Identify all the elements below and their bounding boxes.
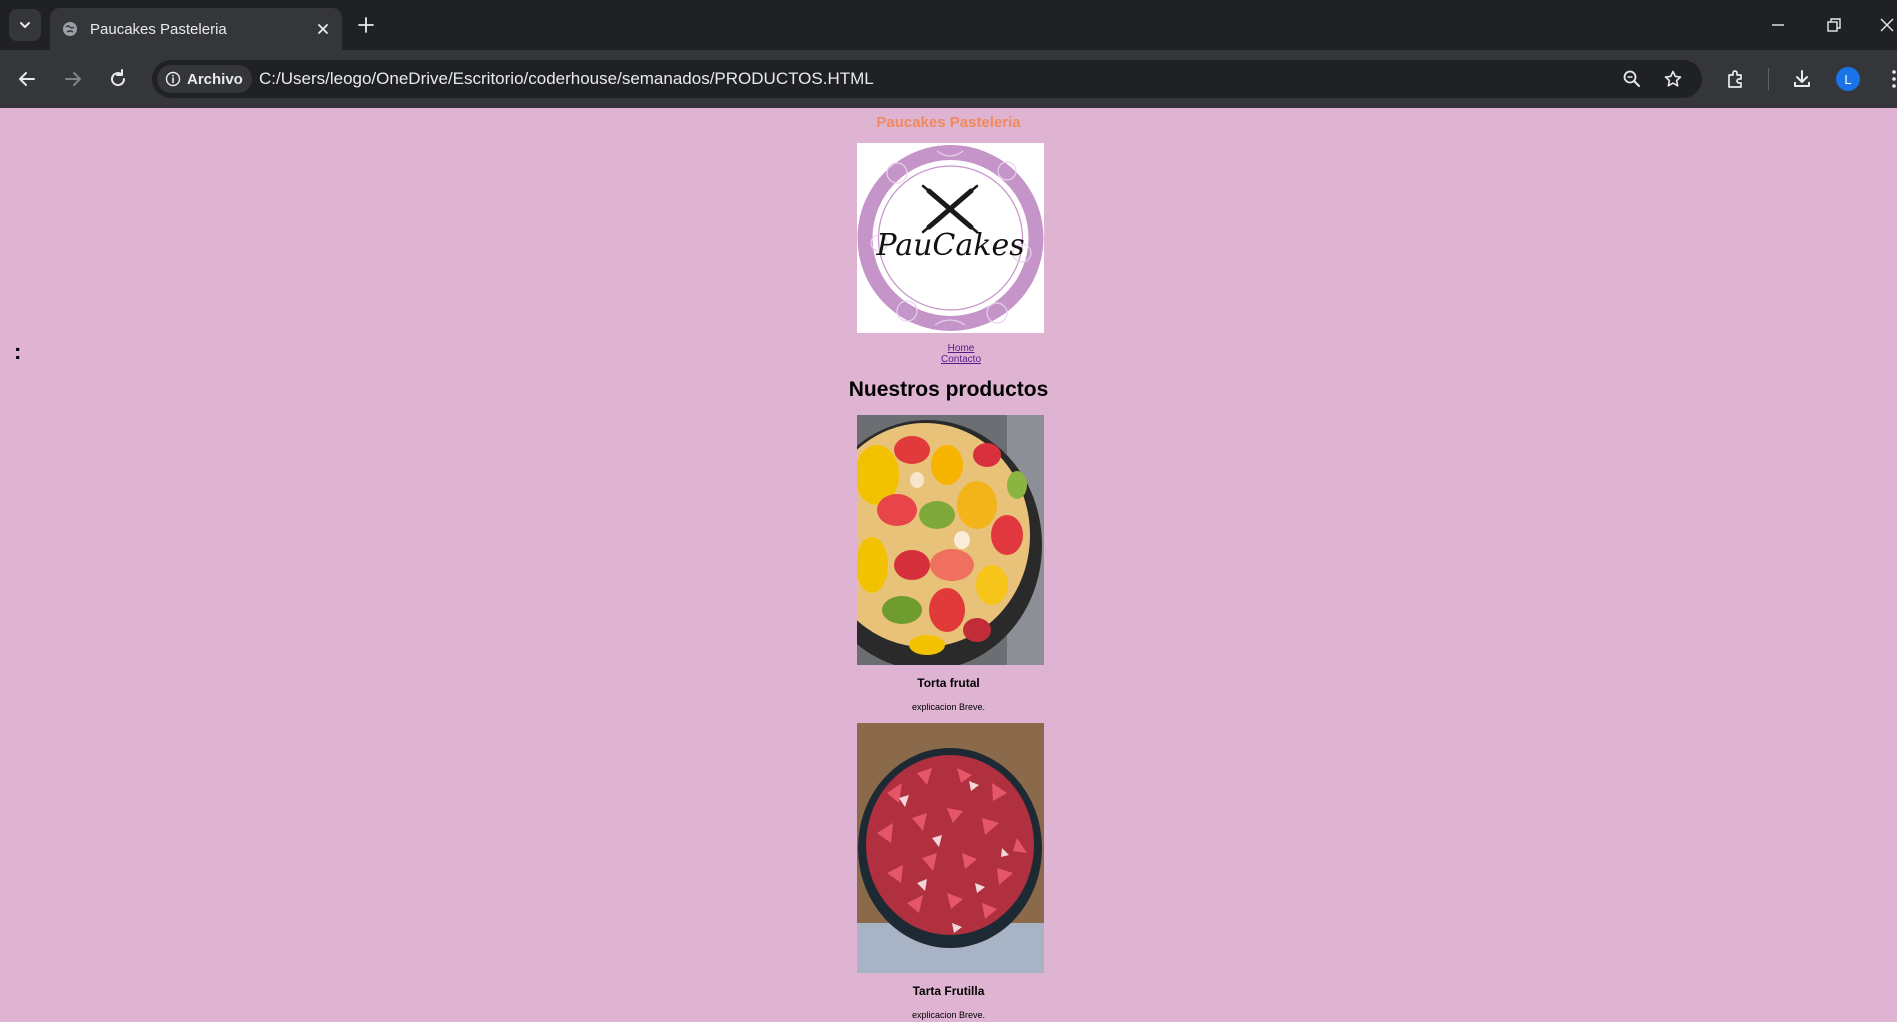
- site-chip-label: Archivo: [187, 70, 243, 88]
- tab-title: Paucakes Pasteleria: [90, 21, 227, 38]
- browser-tabstrip: Paucakes Pasteleria: [0, 0, 1897, 50]
- profile-avatar[interactable]: L: [1836, 67, 1860, 91]
- url-text[interactable]: C:/Users/leogo/OneDrive/Escritorio/coder…: [259, 69, 874, 89]
- toolbar-separator: [1768, 68, 1769, 90]
- product-name: Torta frutal: [917, 676, 980, 690]
- nav-link-home[interactable]: Home: [25, 343, 1897, 354]
- section-title: Nuestros productos: [848, 378, 1049, 401]
- zoom-icon[interactable]: [1622, 69, 1642, 89]
- extensions-icon[interactable]: [1724, 67, 1748, 91]
- address-bar[interactable]: Archivo C:/Users/leogo/OneDrive/Escritor…: [152, 60, 1702, 98]
- globe-icon: [63, 22, 77, 36]
- product-description: explicacion Breve.: [911, 1010, 986, 1020]
- product-image-tarta-frutilla: [857, 723, 1044, 973]
- forward-arrow-icon[interactable]: [61, 67, 85, 91]
- menu-kebab-icon[interactable]: [1882, 67, 1897, 91]
- back-arrow-icon[interactable]: [15, 67, 39, 91]
- new-tab-icon[interactable]: [356, 15, 376, 35]
- minimize-icon[interactable]: [1768, 15, 1788, 35]
- product-image-torta-frutal: [857, 415, 1044, 665]
- chevron-down-icon: [20, 22, 30, 28]
- product-description: explicacion Breve.: [911, 702, 986, 712]
- logo-wordmark: PauCakes: [876, 228, 1025, 263]
- tab-search-button[interactable]: [9, 9, 41, 41]
- site-info-chip[interactable]: Archivo: [157, 65, 252, 93]
- download-icon[interactable]: [1790, 67, 1814, 91]
- browser-toolbar: Archivo C:/Users/leogo/OneDrive/Escritor…: [0, 50, 1897, 108]
- page-content: : Paucakes Pasteleria PauCakes Home Cont…: [0, 108, 1897, 1022]
- product-name: Tarta Frutilla: [912, 984, 985, 998]
- close-window-icon[interactable]: [1877, 15, 1897, 35]
- logo: PauCakes: [857, 143, 1044, 333]
- nav-links: Home Contacto: [0, 343, 1897, 365]
- info-icon: [165, 71, 181, 87]
- reload-icon[interactable]: [106, 67, 130, 91]
- browser-tab-active[interactable]: Paucakes Pasteleria: [50, 8, 342, 50]
- bookmark-star-icon[interactable]: [1663, 69, 1683, 89]
- close-tab-icon[interactable]: [314, 20, 332, 38]
- site-title: Paucakes Pasteleria: [876, 114, 1021, 131]
- nav-link-contacto[interactable]: Contacto: [25, 354, 1897, 365]
- restore-icon[interactable]: [1824, 15, 1844, 35]
